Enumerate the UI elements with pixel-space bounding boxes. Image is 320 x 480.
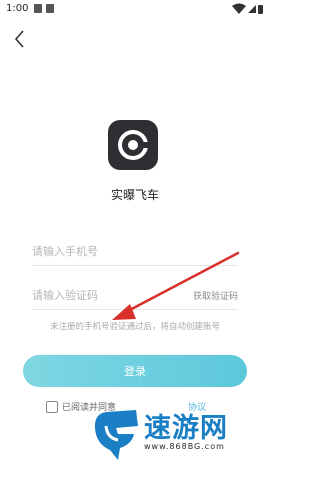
code-field: 获取验证码 [32,279,238,310]
phone-input[interactable] [32,241,182,261]
status-time: 1:00 [6,3,29,14]
login-button[interactable]: 登录 [23,355,247,387]
watermark-url: www.868BG.com [144,442,225,451]
agreement-checkbox[interactable] [46,401,58,413]
back-button[interactable] [10,28,32,50]
watermark: 速游网 www.868BG.com [92,398,252,464]
notification-icon [46,4,54,13]
register-hint: 未注册的手机号验证通过后，将自动创建账号 [49,322,220,332]
watermark-name: 速游网 [144,413,228,444]
app-logo-icon [118,130,148,160]
phone-field [32,235,238,266]
battery-icon [258,5,263,14]
app-logo [108,120,158,170]
wifi-icon [232,3,263,14]
get-code-button[interactable]: 获取验证码 [193,289,238,302]
status-icons [230,3,264,18]
app-name: 实曝飞车 [110,188,159,202]
code-input[interactable] [32,285,182,305]
status-bar: 1:00 [0,0,270,20]
notification-icon [34,4,42,13]
chevron-left-icon [14,30,24,48]
watermark-logo [94,410,138,460]
